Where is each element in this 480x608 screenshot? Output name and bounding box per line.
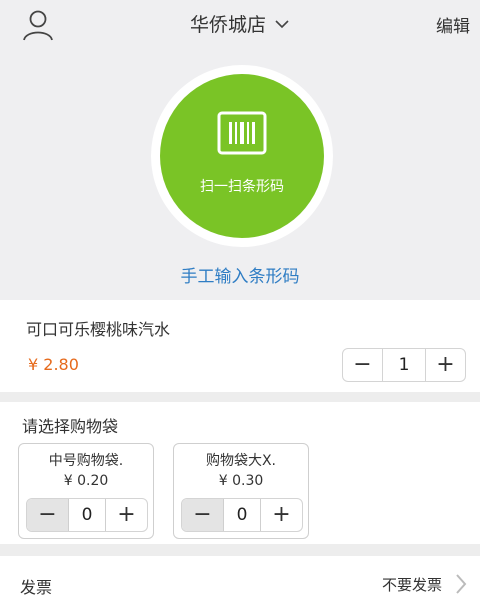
chevron-right-icon bbox=[456, 574, 467, 594]
decrease-bag-button[interactable]: − bbox=[27, 499, 69, 531]
bag-option-large: 购物袋大X. ¥ 0.30 − 0 + bbox=[173, 443, 309, 539]
bag-price: ¥ 0.30 bbox=[218, 473, 264, 489]
invoice-row[interactable]: 发票 不要发票 bbox=[0, 556, 480, 608]
barcode-icon bbox=[217, 111, 267, 155]
invoice-label: 发票 bbox=[20, 578, 53, 597]
edit-button[interactable]: 编辑 bbox=[436, 12, 470, 37]
increase-quantity-button[interactable]: + bbox=[425, 349, 465, 381]
shopping-bag-section: 请选择购物袋 中号购物袋. ¥ 0.20 − 0 + 购物袋大X. ¥ 0.30… bbox=[0, 402, 480, 544]
bag-quantity-stepper: − 0 + bbox=[26, 498, 148, 532]
bag-name: 中号购物袋. bbox=[48, 453, 124, 469]
bag-quantity: 0 bbox=[236, 505, 248, 525]
chevron-down-icon bbox=[275, 19, 289, 28]
header: 华侨城店 编辑 bbox=[0, 0, 480, 48]
manual-entry-link[interactable]: 手工输入条形码 bbox=[0, 262, 480, 287]
user-button[interactable] bbox=[20, 8, 56, 42]
store-name: 华侨城店 bbox=[189, 14, 266, 36]
bag-quantity-stepper: − 0 + bbox=[181, 498, 303, 532]
decrease-quantity-button[interactable]: − bbox=[343, 349, 383, 381]
increase-bag-button[interactable]: + bbox=[105, 499, 147, 531]
bag-price: ¥ 0.20 bbox=[63, 473, 109, 489]
decrease-bag-button[interactable]: − bbox=[182, 499, 224, 531]
bag-name: 购物袋大X. bbox=[205, 453, 277, 469]
store-selector[interactable]: 华侨城店 bbox=[170, 10, 310, 40]
invoice-value: 不要发票 bbox=[381, 576, 442, 594]
product-quantity: 1 bbox=[398, 355, 410, 375]
bag-quantity: 0 bbox=[81, 505, 93, 525]
product-quantity-stepper: − 1 + bbox=[342, 348, 466, 382]
user-icon bbox=[23, 10, 53, 41]
product-name: 可口可乐樱桃味汽水 bbox=[26, 320, 171, 339]
bag-option-medium: 中号购物袋. ¥ 0.20 − 0 + bbox=[18, 443, 154, 539]
scan-label: 扫一扫条形码 bbox=[200, 179, 284, 195]
increase-bag-button[interactable]: + bbox=[260, 499, 302, 531]
scan-barcode-button[interactable]: 扫一扫条形码 bbox=[160, 74, 324, 238]
bag-section-title: 请选择购物袋 bbox=[22, 417, 119, 436]
product-price: ¥ 2.80 bbox=[28, 355, 79, 374]
